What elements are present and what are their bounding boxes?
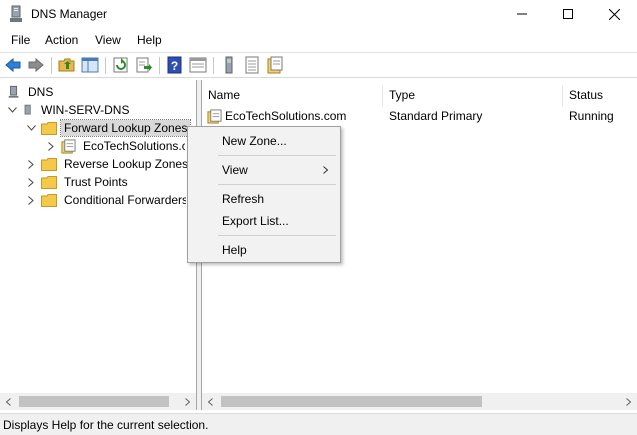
toolbar-separator	[105, 57, 106, 74]
toolbar-separator	[51, 57, 52, 74]
svg-text:?: ?	[171, 59, 178, 73]
folder-icon	[41, 193, 57, 207]
close-button[interactable]	[591, 0, 637, 28]
dns-server-icon	[10, 5, 22, 22]
chevron-down-icon[interactable]	[25, 122, 37, 134]
chevron-right-icon[interactable]	[25, 158, 37, 170]
scroll-right-icon[interactable]	[620, 393, 637, 410]
submenu-arrow-icon	[323, 166, 328, 174]
chevron-right-icon[interactable]	[45, 140, 57, 152]
menu-separator	[218, 235, 336, 236]
menu-separator	[218, 155, 336, 156]
list-row[interactable]: EcoTechSolutions.com Standard Primary Ru…	[202, 107, 637, 127]
toolbar-separator	[213, 57, 214, 74]
column-header-type[interactable]: Type	[383, 86, 563, 106]
properties-pane-icon[interactable]	[189, 56, 207, 74]
tree-item-conditional-forwarders[interactable]: Conditional Forwarders	[25, 191, 186, 209]
chevron-down-icon[interactable]	[6, 104, 18, 116]
menu-bar: File Action View Help	[0, 29, 637, 51]
menu-item-export-list[interactable]: Export List...	[222, 214, 289, 228]
folder-icon	[41, 157, 57, 171]
list-horizontal-scrollbar[interactable]	[202, 393, 637, 410]
tree-label-conditional-forwarders: Conditional Forwarders	[64, 193, 186, 207]
folder-icon	[41, 175, 57, 189]
export-list-icon[interactable]	[135, 56, 153, 74]
tree-label-dns: DNS	[28, 85, 54, 99]
tree-label-trust-points: Trust Points	[64, 175, 128, 189]
tree-label-server: WIN-SERV-DNS	[41, 103, 130, 117]
tree-item-forward-lookup-zones[interactable]: Forward Lookup Zones	[25, 119, 192, 137]
maximize-button[interactable]	[545, 0, 591, 28]
menu-item-refresh[interactable]: Refresh	[222, 192, 264, 206]
tree-label-reverse-lookup-zones: Reverse Lookup Zones	[64, 157, 189, 171]
server-icon[interactable]	[220, 56, 238, 74]
menu-view[interactable]: View	[95, 33, 121, 47]
chevron-right-icon[interactable]	[25, 194, 37, 206]
show-hide-console-tree-icon[interactable]	[81, 56, 99, 74]
zone-icon	[61, 138, 76, 154]
tree-scroll-thumb[interactable]	[19, 396, 169, 407]
list-scroll-thumb[interactable]	[221, 396, 482, 407]
tree-item-dns[interactable]: DNS	[7, 83, 56, 101]
menu-action[interactable]: Action	[45, 33, 78, 47]
tree-horizontal-scrollbar[interactable]	[0, 393, 196, 410]
folder-icon	[41, 121, 57, 135]
status-bar: Displays Help for the current selection.	[0, 413, 637, 435]
scroll-right-icon[interactable]	[179, 393, 196, 410]
scroll-left-icon[interactable]	[202, 393, 219, 410]
toolbar-separator	[159, 57, 160, 74]
scroll-left-icon[interactable]	[0, 393, 17, 410]
close-icon	[608, 8, 620, 20]
chevron-right-icon[interactable]	[25, 176, 37, 188]
column-header-name[interactable]: Name	[202, 86, 383, 106]
back-arrow-icon[interactable]	[4, 56, 22, 74]
cell-type: Standard Primary	[389, 109, 483, 123]
window-title: DNS Manager	[31, 7, 108, 21]
help-icon[interactable]: ?	[166, 56, 184, 74]
toolbar: ?	[0, 52, 637, 78]
cell-name: EcoTechSolutions.com	[225, 109, 347, 123]
tree-item-server[interactable]: WIN-SERV-DNS	[6, 101, 132, 119]
dns-icon	[8, 85, 19, 98]
minimize-icon	[517, 13, 527, 15]
minimize-button[interactable]	[499, 0, 545, 28]
menu-item-new-zone[interactable]: New Zone...	[222, 134, 287, 148]
menu-separator	[218, 184, 336, 185]
title-bar: DNS Manager	[0, 0, 637, 28]
menu-item-view[interactable]: View	[222, 163, 248, 177]
console-tree[interactable]: DNS WIN-SERV-DNS Forward Lookup Zones Ec…	[0, 80, 197, 410]
zone-icon	[207, 109, 222, 124]
tree-item-reverse-lookup-zones[interactable]: Reverse Lookup Zones	[25, 155, 191, 173]
menu-item-help[interactable]: Help	[222, 243, 247, 257]
cell-status: Running	[569, 109, 614, 123]
tree-label-ecotechsolutions: EcoTechSolutions.com	[83, 139, 185, 153]
maximize-icon	[563, 9, 573, 19]
refresh-icon[interactable]	[112, 56, 130, 74]
list-icon[interactable]	[243, 56, 261, 74]
column-header-status[interactable]: Status	[563, 86, 637, 106]
zone-icon[interactable]	[266, 56, 284, 74]
menu-help[interactable]: Help	[137, 33, 162, 47]
context-menu: New Zone... View Refresh Export List... …	[187, 126, 341, 263]
forward-arrow-icon[interactable]	[27, 56, 45, 74]
list-header: Name Type Status	[202, 86, 637, 106]
up-folder-icon[interactable]	[58, 56, 76, 74]
status-text: Displays Help for the current selection.	[3, 418, 209, 432]
menu-file[interactable]: File	[11, 33, 30, 47]
tree-item-ecotechsolutions[interactable]: EcoTechSolutions.com	[45, 137, 185, 155]
tree-item-trust-points[interactable]: Trust Points	[25, 173, 131, 191]
tree-label-forward-lookup-zones: Forward Lookup Zones	[59, 119, 192, 137]
server-icon	[24, 104, 31, 115]
